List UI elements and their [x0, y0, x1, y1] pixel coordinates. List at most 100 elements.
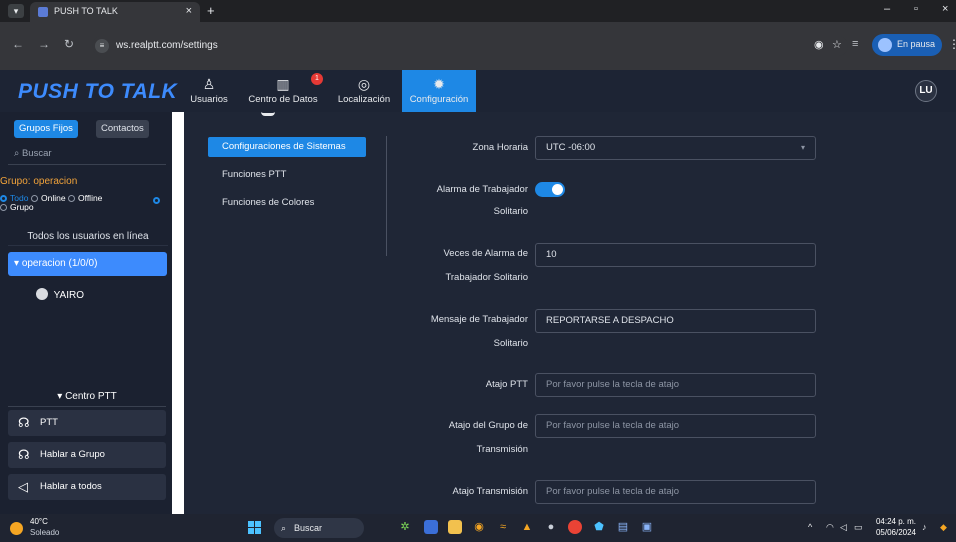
screen: ▾ PUSH TO TALK × + – ▫ × ← → ↻ ≡ ws.real… — [0, 0, 956, 542]
search-input[interactable]: ⌕ Buscar — [8, 143, 166, 165]
app-icon[interactable]: ▣ — [640, 520, 654, 534]
ptt-icon: ☊ — [18, 415, 30, 430]
nav-label: Usuarios — [190, 94, 228, 105]
group-list-item[interactable]: ▾ operacion (1/0/0) — [8, 252, 167, 276]
close-window-icon[interactable]: × — [942, 3, 948, 15]
chrome-icon[interactable] — [568, 520, 582, 534]
app-icon[interactable]: ≈ — [496, 520, 510, 534]
task-view-icon[interactable] — [424, 520, 438, 534]
app-header: PUSH TO TALK ♙ Usuarios ▥ Centro de Dato… — [0, 70, 956, 112]
sun-icon[interactable] — [10, 522, 23, 535]
widgets-app-icon[interactable]: ✲ — [398, 520, 412, 534]
profile-label: En pausa — [897, 39, 936, 49]
search-icon: ⌕ — [281, 523, 287, 533]
file-explorer-icon[interactable] — [448, 520, 462, 534]
weather-temperature: 40°C — [30, 517, 48, 526]
profile-button[interactable]: En pausa — [872, 34, 942, 56]
centro-ptt-toggle[interactable]: ▾ Centro PTT — [8, 391, 166, 407]
minimize-icon[interactable]: – — [884, 3, 890, 15]
user-avatar-icon — [36, 288, 48, 300]
address-bar[interactable]: ≡ ws.realptt.com/settings ◉ ☆ — [92, 36, 848, 56]
tab-grupos-fijos[interactable]: Grupos Fijos — [14, 120, 78, 138]
app-icon[interactable]: ● — [544, 520, 558, 534]
browser-tab[interactable]: PUSH TO TALK × — [30, 2, 200, 22]
user-name: YAIRO — [53, 290, 84, 301]
maps-app-icon[interactable]: ◉ — [472, 520, 486, 534]
tab-contactos[interactable]: Contactos — [96, 120, 149, 138]
more-menu-icon[interactable]: ⋮ — [948, 37, 956, 51]
taskbar-search[interactable]: ⌕ Buscar — [274, 518, 364, 538]
nav-configuracion[interactable]: ✹ Configuración — [402, 70, 476, 112]
notepad-icon[interactable]: ▤ — [616, 520, 630, 534]
ptt-button[interactable]: ☊ PTT — [8, 410, 166, 436]
user-avatar[interactable]: LU — [915, 80, 937, 102]
app-icon[interactable]: ▲ — [520, 520, 534, 534]
location-pin-icon: ◎ — [357, 76, 371, 92]
volume-icon[interactable]: ◁ — [840, 522, 847, 533]
alarm-count-input[interactable]: 10 — [535, 243, 816, 267]
tab-search-icon[interactable]: ▾ — [8, 4, 24, 18]
nav-localizacion[interactable]: ◎ Localización — [332, 70, 396, 112]
new-tab-icon[interactable]: + — [207, 3, 215, 18]
forward-icon[interactable]: → — [38, 37, 50, 51]
battery-icon[interactable]: ▭ — [854, 522, 863, 533]
tab-close-icon[interactable]: × — [186, 5, 192, 17]
bookmark-star-icon[interactable]: ☆ — [832, 38, 842, 51]
menu-ptt-functions[interactable]: Funciones PTT — [208, 165, 366, 185]
notification-bell-icon[interactable]: ♪ — [922, 522, 927, 532]
location-icon[interactable]: ◉ — [814, 38, 824, 51]
windows-start-icon[interactable] — [248, 521, 262, 535]
nav-label: Centro de Datos — [248, 94, 318, 105]
settings-menu: Configuraciones de Sistemas Funciones PT… — [208, 137, 366, 221]
clock-time[interactable]: 04:24 p. m. — [872, 517, 916, 526]
chevron-down-icon: ▾ — [57, 391, 66, 402]
all-users-online[interactable]: Todos los usuarios en línea — [8, 228, 168, 246]
reading-list-icon[interactable]: ≡ — [852, 38, 858, 50]
lone-alarm-label-2: Solitario — [493, 206, 528, 217]
timezone-label: Zona Horaria — [472, 142, 528, 153]
app-logo: PUSH TO TALK — [18, 80, 178, 103]
tab-title: PUSH TO TALK — [54, 6, 118, 16]
message-input[interactable]: REPORTARSE A DESPACHO — [535, 309, 816, 333]
chevron-up-icon[interactable]: ^ — [808, 522, 812, 532]
nav-label: Localización — [337, 94, 391, 105]
back-icon[interactable]: ← — [12, 37, 24, 51]
site-info-icon[interactable]: ≡ — [95, 39, 109, 53]
app-icon[interactable]: ◆ — [940, 522, 947, 533]
radio-grupo[interactable] — [0, 204, 7, 211]
wifi-icon[interactable]: ◠ — [826, 522, 834, 533]
sidebar: Grupos Fijos Contactos ⌕ Buscar Grupo: o… — [0, 112, 172, 514]
radio-offline[interactable] — [68, 195, 75, 202]
clock-date[interactable]: 05/06/2024 — [866, 528, 916, 537]
group-talk-icon: ☊ — [18, 447, 30, 462]
app-icon[interactable]: ⬟ — [592, 520, 606, 534]
group-talk-button[interactable]: ☊ Hablar a Grupo — [8, 442, 166, 468]
alarm-count-label-2: Trabajador Solitario — [445, 272, 528, 283]
lone-alarm-toggle[interactable] — [535, 182, 565, 197]
nav-label: Configuración — [409, 94, 469, 105]
alarm-count-label: Veces de Alarma de — [443, 248, 529, 259]
menu-divider — [386, 136, 387, 256]
profile-avatar-icon — [878, 38, 892, 52]
menu-color-functions[interactable]: Funciones de Colores — [208, 193, 366, 213]
user-list-item[interactable]: YAIRO — [36, 288, 84, 304]
transmission-shortcut-label: Atajo Transmisión — [452, 486, 528, 497]
lone-alarm-label: Alarma de Trabajador — [436, 184, 528, 195]
toggle-knob — [552, 184, 563, 195]
reload-icon[interactable]: ↻ — [64, 37, 74, 51]
group-label: Grupo: operacion — [0, 176, 78, 187]
broadcast-button[interactable]: ◁ Hablar a todos — [8, 474, 166, 500]
nav-usuarios[interactable]: ♙ Usuarios — [184, 70, 234, 112]
favicon-icon — [38, 7, 48, 17]
radio-online[interactable] — [31, 195, 38, 202]
browser-toolbar: ← → ↻ ≡ ws.realptt.com/settings ◉ ☆ ≡ En… — [0, 22, 956, 70]
timezone-select[interactable]: UTC -06:00 ▾ — [535, 136, 816, 160]
group-shortcut-input[interactable]: Por favor pulse la tecla de atajo — [535, 414, 816, 438]
restore-icon[interactable]: ▫ — [914, 3, 918, 15]
transmission-shortcut-input[interactable]: Por favor pulse la tecla de atajo — [535, 480, 816, 504]
ptt-shortcut-input[interactable]: Por favor pulse la tecla de atajo — [535, 373, 816, 397]
radio-extra[interactable] — [153, 197, 160, 204]
search-placeholder: Buscar — [21, 148, 52, 159]
radio-todo[interactable] — [0, 195, 7, 202]
menu-system-settings[interactable]: Configuraciones de Sistemas — [208, 137, 366, 157]
